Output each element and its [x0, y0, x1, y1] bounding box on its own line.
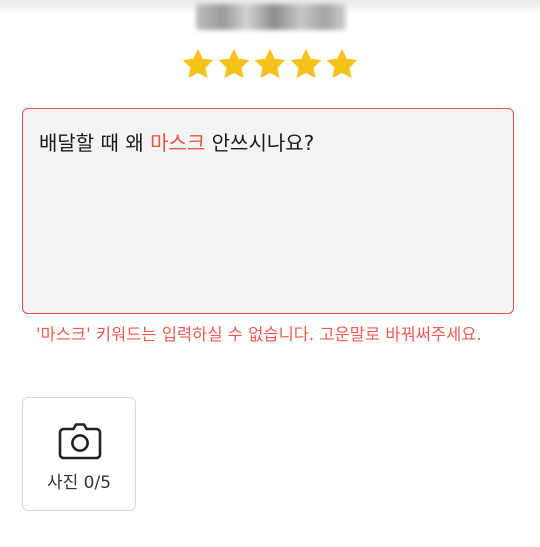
- star-icon[interactable]: [252, 46, 288, 82]
- review-text: 배달할 때 왜 마스크 안쓰시나요?: [39, 129, 497, 157]
- review-textarea[interactable]: 배달할 때 왜 마스크 안쓰시나요?: [22, 108, 514, 314]
- store-name-blurred: [196, 4, 346, 30]
- review-text-before: 배달할 때 왜: [39, 131, 151, 155]
- review-write-screen: 배달할 때 왜 마스크 안쓰시나요? '마스크' 키워드는 입력하실 수 없습니…: [0, 0, 540, 547]
- camera-icon: [58, 423, 102, 460]
- star-icon[interactable]: [288, 46, 324, 82]
- star-icon[interactable]: [180, 46, 216, 82]
- review-text-after: 안쓰시나요?: [205, 131, 315, 155]
- star-icon[interactable]: [324, 46, 360, 82]
- add-photo-button[interactable]: 사진 0/5: [22, 397, 136, 511]
- error-message: '마스크' 키워드는 입력하실 수 없습니다. 고운말로 바꿔써주세요.: [36, 325, 482, 344]
- blocked-keyword: 마스크: [150, 131, 206, 155]
- star-icon[interactable]: [216, 46, 252, 82]
- photo-count-label: 사진 0/5: [46, 473, 112, 493]
- star-rating[interactable]: [180, 44, 360, 84]
